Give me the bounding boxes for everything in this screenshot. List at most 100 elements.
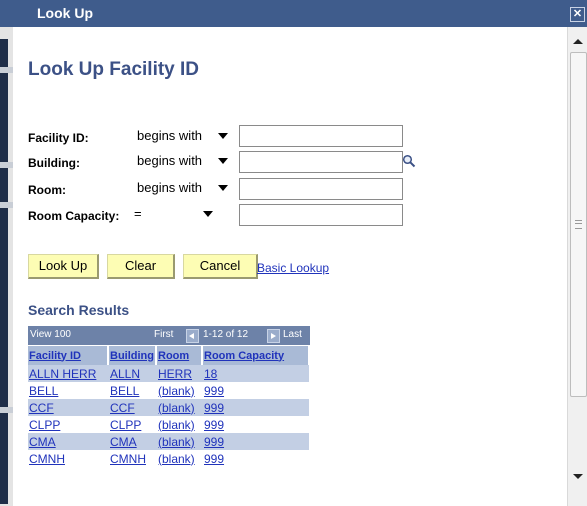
clear-button[interactable]: Clear	[107, 254, 175, 279]
scroll-down-arrow-icon[interactable]	[573, 474, 583, 479]
building-label: Building:	[28, 156, 80, 170]
grip-icon	[575, 220, 582, 229]
facility-id-link[interactable]: CMA	[29, 435, 56, 449]
cell-facility-id: CLPP	[28, 416, 108, 433]
close-icon[interactable]: ✕	[570, 7, 585, 22]
column-header-room[interactable]: Room	[156, 346, 203, 365]
window-title: Look Up	[37, 5, 93, 21]
building-link[interactable]: CCF	[110, 401, 135, 415]
facility-id-operator-value: begins with	[137, 128, 203, 143]
background-edge-mark	[0, 202, 13, 208]
room-operator-select[interactable]: begins with	[130, 178, 233, 197]
building-link[interactable]: CMA	[110, 435, 137, 449]
chevron-down-icon	[218, 158, 228, 164]
cell-capacity: 999	[202, 416, 309, 433]
capacity-link[interactable]: 18	[204, 367, 217, 381]
room-capacity-operator-select[interactable]: =	[130, 204, 218, 223]
cell-facility-id: CCF	[28, 399, 108, 416]
capacity-link[interactable]: 999	[204, 435, 224, 449]
chevron-down-icon	[203, 211, 213, 217]
capacity-link[interactable]: 999	[204, 418, 224, 432]
prev-arrow-icon[interactable]	[186, 329, 199, 343]
table-row: CMNH CMNH (blank) 999	[28, 450, 309, 467]
room-link[interactable]: HERR	[158, 367, 192, 381]
cell-building: ALLN	[108, 365, 156, 382]
table-header-row: Facility ID Building Room Room Capacity	[28, 346, 310, 365]
room-link[interactable]: (blank)	[158, 384, 195, 398]
building-operator-select[interactable]: begins with	[130, 151, 233, 170]
cell-capacity: 999	[202, 399, 309, 416]
result-range: 1-12 of 12	[203, 329, 249, 340]
facility-id-link[interactable]: CMNH	[29, 452, 65, 466]
cancel-button[interactable]: Cancel	[183, 254, 258, 279]
room-capacity-label: Room Capacity:	[28, 209, 120, 223]
room-capacity-input[interactable]	[239, 204, 403, 226]
first-link: First	[154, 329, 174, 340]
magnifier-icon[interactable]	[402, 154, 416, 168]
room-operator-value: begins with	[137, 180, 203, 195]
scrollbar-thumb[interactable]	[570, 52, 587, 397]
facility-id-link[interactable]: ALLN HERR	[29, 367, 96, 381]
room-input[interactable]	[239, 178, 403, 200]
cell-building: CLPP	[108, 416, 156, 433]
facility-id-label: Facility ID:	[28, 131, 89, 145]
background-edge-strip	[0, 39, 8, 504]
table-row: CCF CCF (blank) 999	[28, 399, 309, 416]
results-nav-bar: View 100 First 1-12 of 12 Last	[28, 326, 310, 345]
table-row: CLPP CLPP (blank) 999	[28, 416, 309, 433]
scroll-up-arrow-icon[interactable]	[573, 39, 583, 44]
cell-room: (blank)	[156, 382, 202, 399]
column-header-facility-id[interactable]: Facility ID	[28, 346, 109, 365]
cell-capacity: 999	[202, 433, 309, 450]
cell-room: HERR	[156, 365, 202, 382]
building-link[interactable]: CLPP	[110, 418, 141, 432]
facility-id-input[interactable]	[239, 125, 403, 147]
cell-room: (blank)	[156, 399, 202, 416]
search-results-heading: Search Results	[28, 302, 130, 318]
building-link[interactable]: ALLN	[110, 367, 140, 381]
room-capacity-operator-value: =	[134, 206, 142, 221]
chevron-down-icon	[218, 133, 228, 139]
table-row: BELL BELL (blank) 999	[28, 382, 309, 399]
next-arrow-icon[interactable]	[267, 329, 280, 343]
column-header-building[interactable]: Building	[108, 346, 157, 365]
building-input[interactable]	[239, 151, 403, 173]
capacity-link[interactable]: 999	[204, 401, 224, 415]
facility-id-link[interactable]: CLPP	[29, 418, 60, 432]
capacity-link[interactable]: 999	[204, 452, 224, 466]
table-row: ALLN HERR ALLN HERR 18	[28, 365, 309, 382]
table-row: CMA CMA (blank) 999	[28, 433, 309, 450]
facility-id-link[interactable]: BELL	[29, 384, 58, 398]
building-operator-value: begins with	[137, 153, 203, 168]
cell-capacity: 999	[202, 450, 309, 467]
cell-room: (blank)	[156, 450, 202, 467]
building-link[interactable]: BELL	[110, 384, 139, 398]
window-titlebar: Look Up ✕	[0, 0, 587, 27]
results-table: Facility ID Building Room Room Capacity …	[28, 346, 310, 467]
background-edge-mark	[0, 67, 13, 73]
cell-facility-id: ALLN HERR	[28, 365, 108, 382]
room-label: Room:	[28, 183, 66, 197]
building-link[interactable]: CMNH	[110, 452, 146, 466]
background-edge-mark	[0, 162, 13, 168]
basic-lookup-link[interactable]: Basic Lookup	[257, 261, 329, 275]
room-link[interactable]: (blank)	[158, 435, 195, 449]
room-link[interactable]: (blank)	[158, 418, 195, 432]
cell-building: CCF	[108, 399, 156, 416]
cell-facility-id: BELL	[28, 382, 108, 399]
lookup-button[interactable]: Look Up	[28, 254, 99, 279]
column-header-room-capacity[interactable]: Room Capacity	[202, 346, 310, 365]
room-link[interactable]: (blank)	[158, 452, 195, 466]
view-all-link[interactable]: View 100	[30, 329, 71, 340]
vertical-scrollbar[interactable]	[567, 27, 587, 506]
facility-id-link[interactable]: CCF	[29, 401, 54, 415]
cell-building: CMNH	[108, 450, 156, 467]
cell-building: CMA	[108, 433, 156, 450]
cell-capacity: 18	[202, 365, 309, 382]
capacity-link[interactable]: 999	[204, 384, 224, 398]
lookup-content: Look Up Facility ID Facility ID: begins …	[13, 27, 567, 506]
background-window-edge	[0, 27, 13, 506]
facility-id-operator-select[interactable]: begins with	[130, 126, 233, 145]
room-link[interactable]: (blank)	[158, 401, 195, 415]
chevron-down-icon	[218, 185, 228, 191]
